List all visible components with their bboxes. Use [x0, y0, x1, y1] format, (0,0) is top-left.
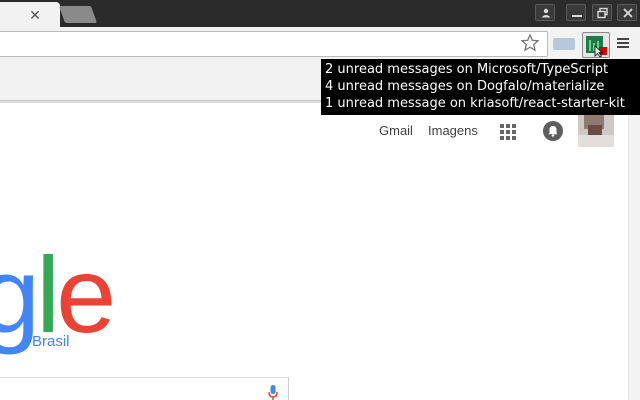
browser-window: ✕ Gmail Imagens gle Brasil 2 unread mess…: [0, 0, 640, 400]
toolbar: [0, 27, 640, 61]
tooltip-line: 1 unread message on kriasoft/react-start…: [325, 96, 625, 111]
address-bar[interactable]: [0, 31, 548, 57]
profile-icon[interactable]: [535, 4, 555, 21]
tooltip-line: 4 unread messages on Dogfalo/materialize: [325, 79, 605, 94]
avatar[interactable]: [578, 111, 614, 147]
tab-close-icon[interactable]: ✕: [28, 8, 42, 22]
microphone-icon[interactable]: [268, 385, 278, 400]
images-link[interactable]: Imagens: [428, 123, 478, 138]
github-notifier-icon[interactable]: [582, 32, 610, 58]
title-bar: ✕: [0, 0, 640, 27]
scrollbar[interactable]: [628, 111, 640, 400]
region-label: Brasil: [32, 333, 70, 350]
notifications-bell-icon[interactable]: [543, 121, 563, 141]
restore-icon[interactable]: [592, 4, 612, 21]
active-tab[interactable]: ✕: [0, 2, 60, 27]
tooltip-line: 2 unread messages on Microsoft/TypeScrip…: [325, 62, 609, 77]
extension-icon[interactable]: [553, 38, 575, 50]
search-input[interactable]: [0, 377, 289, 400]
close-icon[interactable]: [617, 4, 637, 21]
star-icon[interactable]: [519, 32, 541, 54]
apps-grid-icon[interactable]: [500, 124, 516, 140]
menu-icon[interactable]: [617, 37, 631, 51]
new-tab-button[interactable]: [58, 6, 98, 23]
unread-messages-tooltip: 2 unread messages on Microsoft/TypeScrip…: [321, 59, 640, 115]
gmail-link[interactable]: Gmail: [379, 123, 413, 138]
minimize-icon[interactable]: [566, 4, 586, 21]
